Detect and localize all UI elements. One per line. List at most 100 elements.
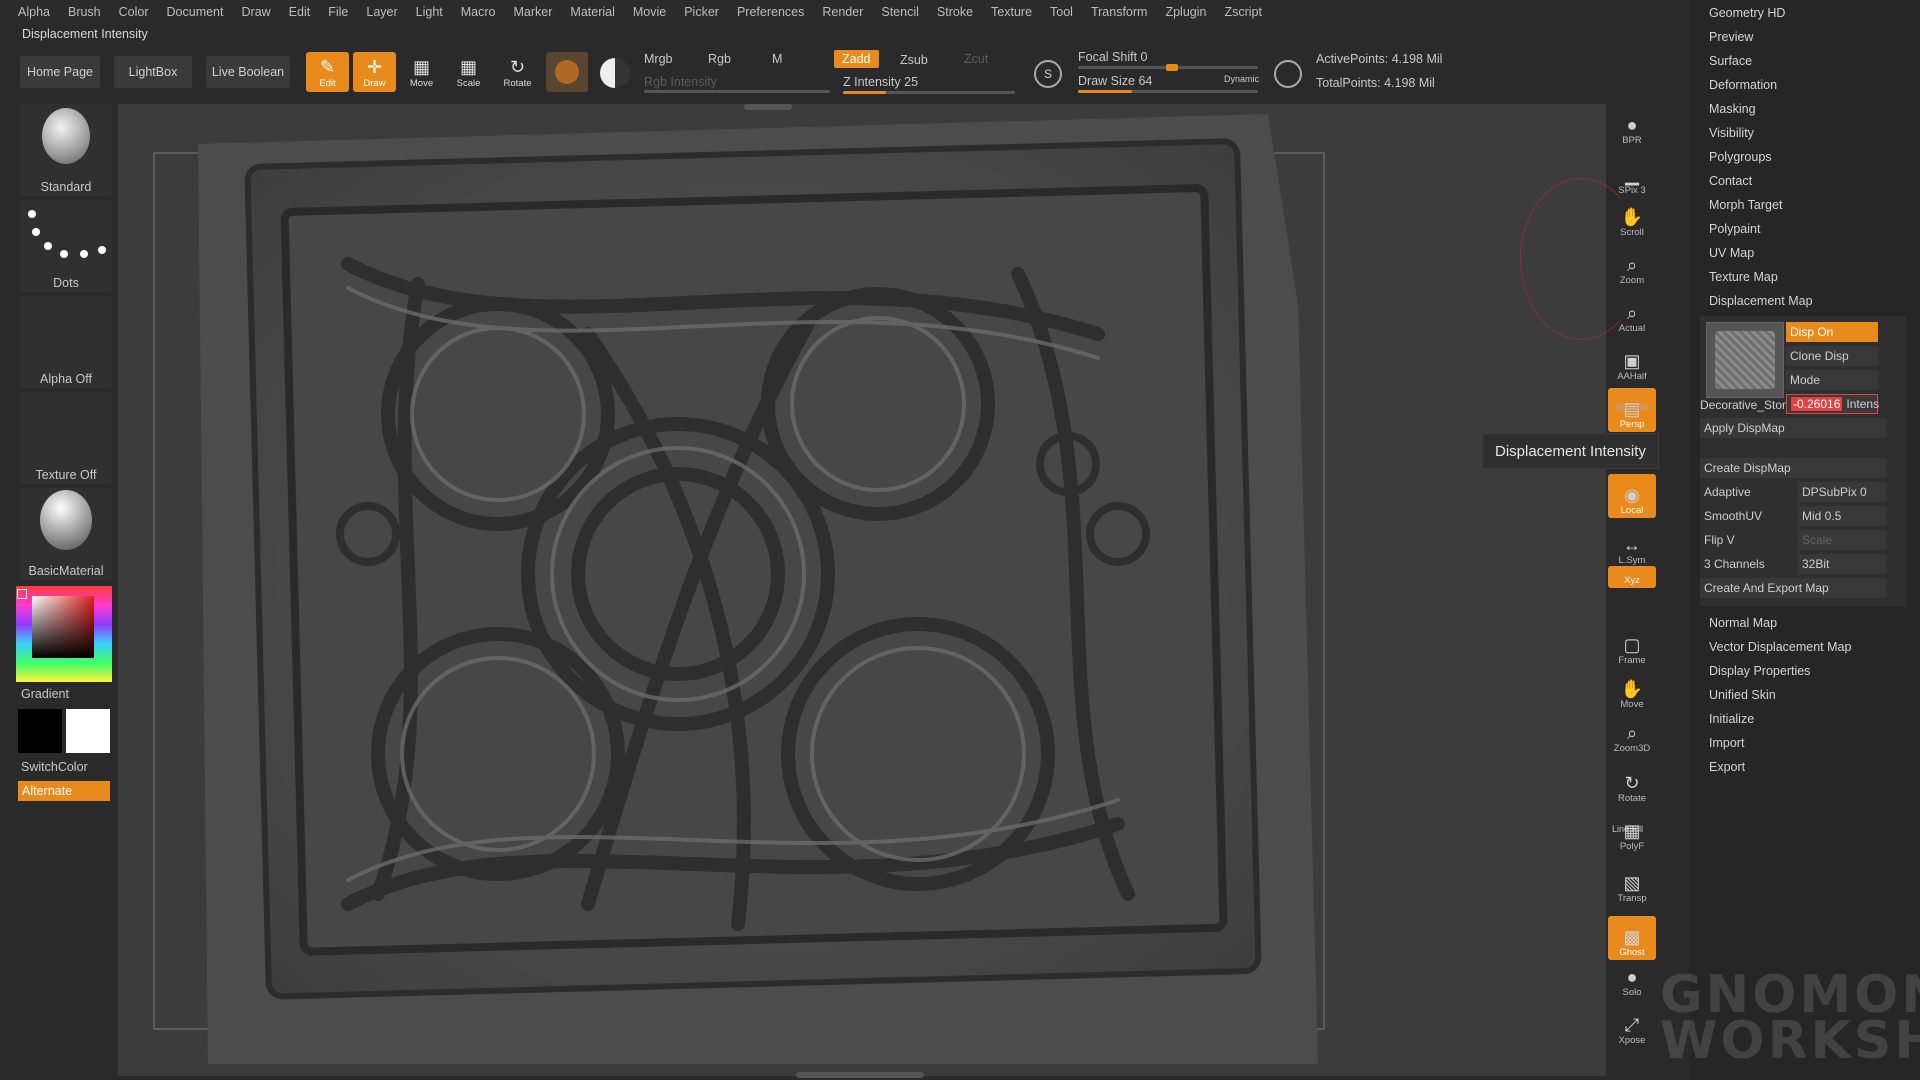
menu-brush[interactable]: Brush <box>68 5 101 19</box>
palette-preview[interactable]: Preview <box>1709 30 1753 44</box>
z-intensity-track[interactable] <box>843 91 1015 94</box>
alpha-selector[interactable]: Alpha Off <box>20 296 112 388</box>
menu-marker[interactable]: Marker <box>514 5 553 19</box>
aahalf-button[interactable]: ▣ AAHalf <box>1608 340 1656 384</box>
menu-tool[interactable]: Tool <box>1050 5 1073 19</box>
palette-normal-map[interactable]: Normal Map <box>1709 616 1777 630</box>
menu-zscript[interactable]: Zscript <box>1224 5 1262 19</box>
palette-visibility[interactable]: Visibility <box>1709 126 1754 140</box>
menu-draw[interactable]: Draw <box>242 5 271 19</box>
brush-selector[interactable]: Standard <box>20 104 112 196</box>
zoom3d-button[interactable]: ⌕ Zoom3D <box>1608 712 1656 756</box>
dynamic-toggle[interactable]: Dynamic <box>1224 74 1259 84</box>
material-selector[interactable]: BasicMaterial <box>20 488 112 580</box>
intensity-value[interactable]: -0.26016 <box>1791 397 1843 411</box>
smoothuv-button[interactable]: SmoothUV <box>1700 506 1788 526</box>
menu-transform[interactable]: Transform <box>1091 5 1148 19</box>
palette-export[interactable]: Export <box>1709 760 1745 774</box>
palette-texture-map[interactable]: Texture Map <box>1709 270 1778 284</box>
menu-texture[interactable]: Texture <box>991 5 1032 19</box>
alternate-button[interactable]: Alternate <box>18 781 110 801</box>
transp-button[interactable]: ▧ Transp <box>1608 862 1656 906</box>
bpr-button[interactable]: ● BPR <box>1608 104 1656 148</box>
menu-stencil[interactable]: Stencil <box>881 5 919 19</box>
disp-on-button[interactable]: Disp On <box>1786 322 1878 342</box>
scale-slider[interactable]: Scale <box>1798 530 1886 550</box>
adaptive-button[interactable]: Adaptive <box>1700 482 1788 502</box>
clone-disp-button[interactable]: Clone Disp <box>1786 346 1878 366</box>
dpsubpix-slider[interactable]: DPSubPix 0 <box>1798 482 1886 502</box>
move-button[interactable]: ▦ Move <box>400 52 443 92</box>
palette-contact[interactable]: Contact <box>1709 174 1752 188</box>
palette-polypaint[interactable]: Polypaint <box>1709 222 1760 236</box>
flipv-button[interactable]: Flip V <box>1700 530 1788 550</box>
solo-button[interactable]: ● Solo <box>1608 956 1656 1000</box>
xpose-button[interactable]: ⤢ Xpose <box>1608 1004 1656 1048</box>
menu-zplugin[interactable]: Zplugin <box>1165 5 1206 19</box>
palette-uv-map[interactable]: UV Map <box>1709 246 1754 260</box>
color-square[interactable] <box>32 596 94 658</box>
rgb-intensity-slider[interactable]: Rgb Intensity <box>644 75 717 89</box>
focal-shift-slider[interactable]: Focal Shift 0 <box>1078 50 1148 64</box>
secondary-color-swatch[interactable] <box>66 709 110 753</box>
edit-button[interactable]: ✎ Edit <box>306 52 349 92</box>
lightbox-button[interactable]: LightBox <box>114 56 192 88</box>
rgb-intensity-track[interactable] <box>644 90 830 93</box>
rgb-button[interactable]: Rgb <box>708 52 731 66</box>
menu-light[interactable]: Light <box>416 5 443 19</box>
palette-displacement-map[interactable]: Displacement Map <box>1709 294 1813 308</box>
menu-color[interactable]: Color <box>119 5 149 19</box>
menu-alpha[interactable]: Alpha <box>18 5 50 19</box>
menu-picker[interactable]: Picker <box>684 5 719 19</box>
menu-stroke[interactable]: Stroke <box>937 5 973 19</box>
palette-morph-target[interactable]: Morph Target <box>1709 198 1782 212</box>
menu-layer[interactable]: Layer <box>366 5 397 19</box>
32bit-button[interactable]: 32Bit <box>1798 554 1886 574</box>
apply-dispmap-button[interactable]: Apply DispMap <box>1700 418 1886 438</box>
palette-masking[interactable]: Masking <box>1709 102 1756 116</box>
three-channels-button[interactable]: 3 Channels <box>1700 554 1788 574</box>
color-picker[interactable] <box>16 586 112 682</box>
displacement-texture-thumbnail[interactable] <box>1706 322 1784 398</box>
create-dispmap-button[interactable]: Create DispMap <box>1700 458 1886 478</box>
menu-edit[interactable]: Edit <box>289 5 311 19</box>
stroke-selector[interactable]: Dots <box>20 200 112 292</box>
m-button[interactable]: M <box>772 52 782 66</box>
home-page-button[interactable]: Home Page <box>20 56 100 88</box>
frame-button[interactable]: ▢ Frame <box>1608 624 1656 668</box>
zadd-button[interactable]: Zadd <box>834 50 879 68</box>
zcut-button[interactable]: Zcut <box>964 52 988 66</box>
main-color-swatch[interactable] <box>18 709 62 753</box>
palette-polygroups[interactable]: Polygroups <box>1709 150 1772 164</box>
canvas-bottom-scroll[interactable] <box>796 1072 924 1078</box>
actual-button[interactable]: ⌕ Actual <box>1608 292 1656 336</box>
palette-deformation[interactable]: Deformation <box>1709 78 1777 92</box>
palette-import[interactable]: Import <box>1709 736 1744 750</box>
mode-button[interactable]: Mode <box>1786 370 1878 390</box>
spix-3-button[interactable]: ▁ SPix 3 <box>1608 154 1656 198</box>
ghost-button[interactable]: ▩ Ghost <box>1608 916 1656 960</box>
switch-color-button[interactable]: SwitchColor <box>21 760 88 774</box>
color-mode-icon[interactable] <box>600 58 630 88</box>
zoom-button[interactable]: ⌕ Zoom <box>1608 244 1656 288</box>
draw-size-track[interactable] <box>1078 90 1258 93</box>
menu-material[interactable]: Material <box>570 5 614 19</box>
intensity-slider[interactable]: -0.26016 Intens <box>1786 394 1879 414</box>
canvas-top-scroll[interactable] <box>744 104 792 110</box>
texture-selector[interactable]: Texture Off <box>20 392 112 484</box>
menu-macro[interactable]: Macro <box>461 5 496 19</box>
live-boolean-button[interactable]: Live Boolean <box>206 56 290 88</box>
mid-slider[interactable]: Mid 0.5 <box>1798 506 1886 526</box>
rotate-button[interactable]: ↻ Rotate <box>496 52 539 92</box>
menu-document[interactable]: Document <box>167 5 224 19</box>
rotate-button[interactable]: ↻ Rotate <box>1608 762 1656 806</box>
palette-vector-displacement-map[interactable]: Vector Displacement Map <box>1709 640 1851 654</box>
palette-surface[interactable]: Surface <box>1709 54 1752 68</box>
draw-size-slider[interactable]: Draw Size 64 <box>1078 74 1152 88</box>
focal-shift-track[interactable] <box>1078 64 1258 71</box>
mrgb-button[interactable]: Mrgb <box>644 52 672 66</box>
viewport-canvas[interactable] <box>118 104 1606 1076</box>
menu-render[interactable]: Render <box>822 5 863 19</box>
z-intensity-slider[interactable]: Z Intensity 25 <box>843 75 918 89</box>
move-button[interactable]: ✋ Move <box>1608 668 1656 712</box>
